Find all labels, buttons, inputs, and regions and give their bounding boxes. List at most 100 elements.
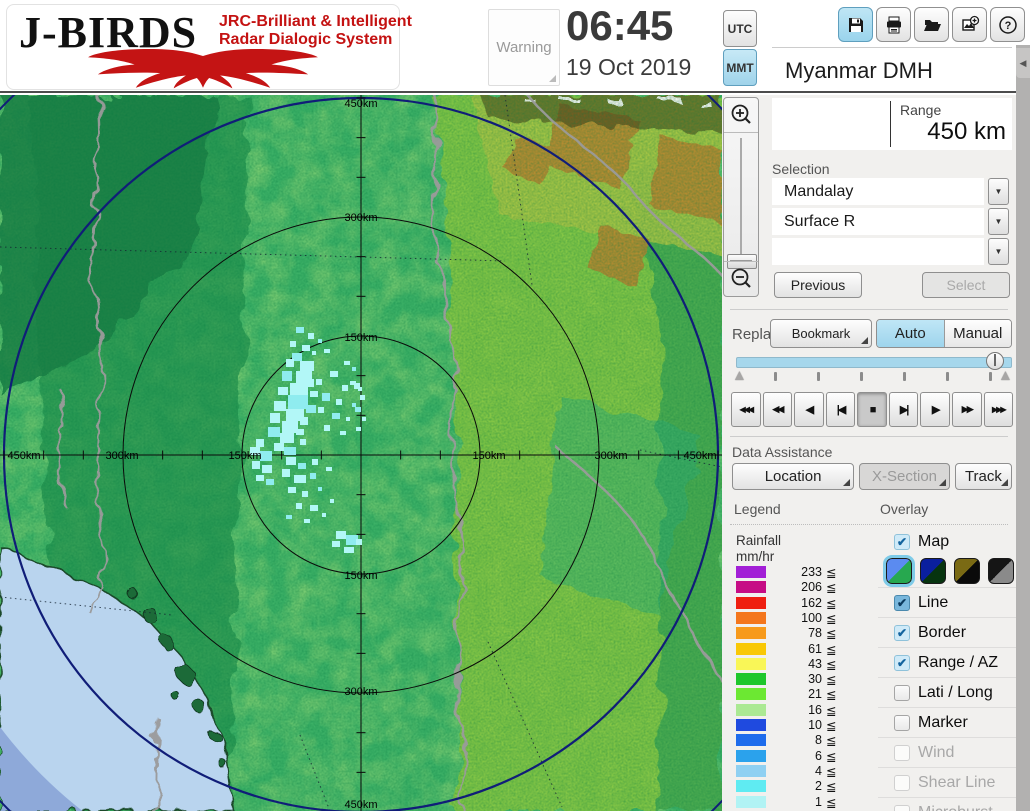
print-button[interactable] — [876, 7, 911, 42]
x-section-button[interactable]: X-Section — [859, 463, 950, 490]
svg-text:150km: 150km — [228, 450, 261, 462]
map-style-swatches — [878, 555, 1016, 587]
timeline-end-marker[interactable]: ▲ — [998, 367, 1013, 384]
overlay-row-map[interactable]: ✔ Map — [878, 529, 1016, 555]
panel-collapse-tab[interactable]: ◀ — [1016, 48, 1030, 78]
option-dropdown[interactable] — [772, 238, 984, 265]
overlay-item-label: Map — [918, 533, 950, 550]
legend-swatch — [736, 627, 766, 640]
svg-text:150km: 150km — [344, 570, 377, 582]
legend-row: 30 ≦ — [736, 672, 866, 687]
overlay-row-lati-long[interactable]: Lati / Long — [878, 677, 1016, 707]
legend-row: 1 ≦ — [736, 795, 866, 810]
map-style-2[interactable] — [920, 558, 946, 584]
checkbox-checked[interactable]: ✔ — [894, 594, 910, 611]
bookmark-button[interactable]: Bookmark — [770, 319, 872, 348]
playback-9-button[interactable]: ▶▶▶ — [983, 392, 1014, 427]
legend-swatch — [736, 566, 766, 578]
product-dropdown[interactable]: Surface R — [772, 208, 984, 235]
station-name-field[interactable]: Myanmar DMH — [775, 52, 1012, 89]
playback-2-button[interactable]: ◀◀ — [762, 392, 793, 427]
map-style-1[interactable] — [883, 555, 915, 587]
legend-value: 21 — [808, 687, 822, 702]
checkbox-unchecked[interactable] — [894, 684, 910, 701]
playback-7-button[interactable]: ▶ — [920, 392, 950, 427]
legend-row: 8 ≦ — [736, 733, 866, 748]
checkbox-checked[interactable]: ✔ — [894, 534, 910, 550]
zoom-in-button[interactable] — [724, 98, 758, 133]
playback-icon: ▶▶▶ — [992, 405, 1007, 414]
mmt-button[interactable]: MMT — [723, 49, 757, 86]
overlay-item-label: Border — [918, 623, 967, 641]
site-dropdown-arrow[interactable]: ▼ — [988, 178, 1009, 205]
open-folder-icon — [923, 19, 941, 31]
eagle-icon — [88, 48, 318, 89]
legend-row: 233 ≦ — [736, 565, 866, 580]
add-image-button[interactable] — [952, 7, 987, 42]
checkbox-unchecked[interactable] — [894, 744, 910, 761]
zoom-slider-track[interactable] — [740, 138, 742, 256]
site-dropdown[interactable]: Mandalay — [772, 178, 984, 205]
playback-8-button[interactable]: ▶▶ — [951, 392, 982, 427]
legend-row: 162 ≦ — [736, 596, 866, 611]
overlay-item-label: Lati / Long — [918, 683, 993, 701]
overlay-row-line[interactable]: ✔ Line — [878, 587, 1016, 617]
checkbox-unchecked[interactable] — [894, 774, 910, 791]
overlay-row-border[interactable]: ✔ Border — [878, 617, 1016, 647]
replay-mode-switch: Auto Manual — [876, 319, 1012, 348]
corner-resize-icon — [549, 75, 556, 82]
manual-button[interactable]: Manual — [943, 320, 1011, 347]
checkbox-checked[interactable]: ✔ — [894, 624, 910, 641]
print-icon — [886, 16, 901, 33]
replay-timeline-track[interactable] — [736, 357, 1012, 368]
radar-map-canvas[interactable]: 450km 300km 150km 150km 300km 450km 450km 300km… — [0, 95, 722, 811]
overlay-row-wind[interactable]: Wind — [878, 737, 1016, 767]
map-style-4[interactable] — [988, 558, 1014, 584]
location-button[interactable]: Location — [732, 463, 855, 490]
save-button[interactable] — [838, 7, 873, 42]
logo-tagline-1: JRC-Brilliant & Intelligent — [219, 13, 412, 30]
overlay-label: Overlay — [880, 501, 929, 517]
select-label: Select — [946, 277, 986, 293]
playback-4-button[interactable]: |◀ — [825, 392, 856, 427]
overlay-row-range-az[interactable]: ✔ Range / AZ — [878, 647, 1016, 677]
playback-1-button[interactable]: ◀◀◀ — [731, 392, 761, 427]
checkbox-checked[interactable]: ✔ — [894, 654, 910, 671]
manual-label: Manual — [953, 325, 1003, 342]
open-folder-button[interactable] — [914, 7, 949, 42]
playback-5-button[interactable]: ■ — [857, 392, 887, 427]
overlay-row-microburst[interactable]: Microburst — [878, 797, 1016, 811]
overlay-row-marker[interactable]: Marker — [878, 707, 1016, 737]
checkbox-unchecked[interactable] — [894, 714, 910, 731]
option-dropdown-arrow[interactable]: ▼ — [988, 238, 1009, 265]
product-dropdown-arrow[interactable]: ▼ — [988, 208, 1009, 235]
track-button[interactable]: Track — [954, 463, 1012, 490]
playback-icon: ▶| — [899, 404, 909, 416]
legend-row: 2 ≦ — [736, 779, 866, 794]
legend-swatch — [736, 764, 766, 777]
help-button[interactable]: ? — [990, 7, 1025, 42]
warning-label: Warning — [496, 39, 552, 56]
overlay-row-shear-line[interactable]: Shear Line — [878, 767, 1016, 797]
select-button[interactable]: Select — [922, 272, 1010, 298]
legend-lte-icon: ≦ — [826, 780, 837, 795]
timeline-tick — [946, 372, 949, 381]
auto-button[interactable]: Auto — [877, 320, 944, 347]
svg-text:450km: 450km — [683, 450, 716, 462]
map-style-3[interactable] — [954, 558, 980, 584]
toolbar: ? — [838, 7, 1025, 42]
range-label: Range — [900, 102, 942, 118]
legend-label: Legend — [734, 501, 781, 517]
playback-icon: ◀ — [805, 404, 815, 416]
panel-scroll-strip[interactable] — [1016, 45, 1030, 811]
legend-value: 10 — [808, 718, 822, 732]
checkbox-unchecked[interactable] — [894, 804, 910, 811]
playback-6-button[interactable]: ▶| — [888, 392, 919, 427]
previous-button[interactable]: Previous — [774, 272, 862, 298]
zoom-out-button[interactable] — [724, 261, 758, 296]
warning-button[interactable]: Warning — [488, 9, 560, 86]
utc-button[interactable]: UTC — [723, 10, 757, 47]
playback-3-button[interactable]: ◀ — [794, 392, 824, 427]
chevron-down-icon: ▼ — [994, 247, 1003, 256]
timeline-start-marker[interactable]: ▲ — [732, 367, 747, 384]
